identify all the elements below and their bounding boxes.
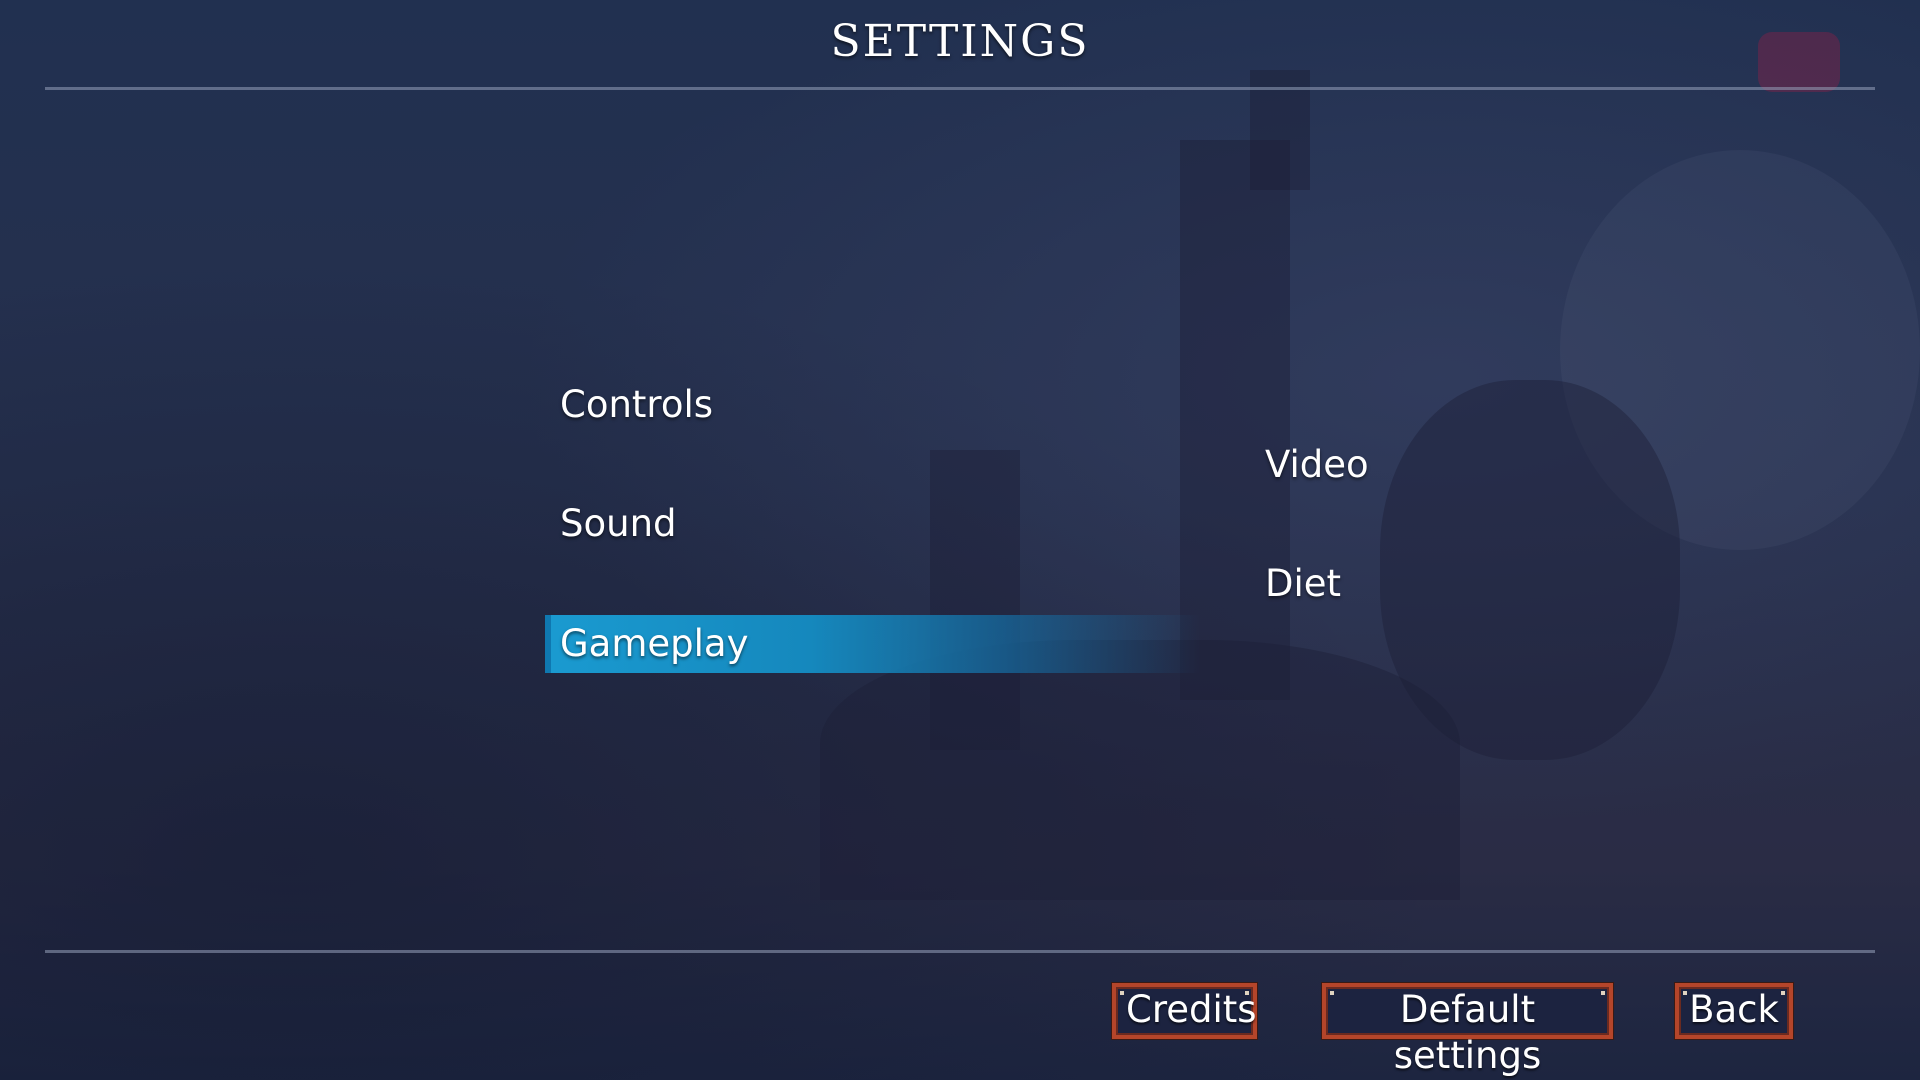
settings-screen: SETTINGS Controls Sound Gameplay Video D… xyxy=(0,0,1920,1080)
credits-button[interactable]: Credits xyxy=(1112,983,1257,1039)
page-title: SETTINGS xyxy=(830,16,1090,67)
default-settings-button[interactable]: Default settings xyxy=(1322,983,1613,1077)
castle-tower xyxy=(930,450,1020,750)
menu-item-video[interactable]: Video xyxy=(1265,436,1369,494)
castle-wall xyxy=(820,640,1460,900)
menu-item-sound[interactable]: Sound xyxy=(560,495,677,553)
menu-item-controls[interactable]: Controls xyxy=(560,376,713,434)
footer-divider xyxy=(45,950,1875,953)
moon-decoration xyxy=(1560,150,1920,550)
menu-item-gameplay[interactable]: Gameplay xyxy=(545,615,1200,673)
rock-decoration xyxy=(1380,380,1680,760)
back-button[interactable]: Back xyxy=(1675,983,1793,1039)
background-art xyxy=(0,0,1920,1080)
header-divider xyxy=(45,87,1875,90)
menu-item-diet[interactable]: Diet xyxy=(1265,555,1341,613)
